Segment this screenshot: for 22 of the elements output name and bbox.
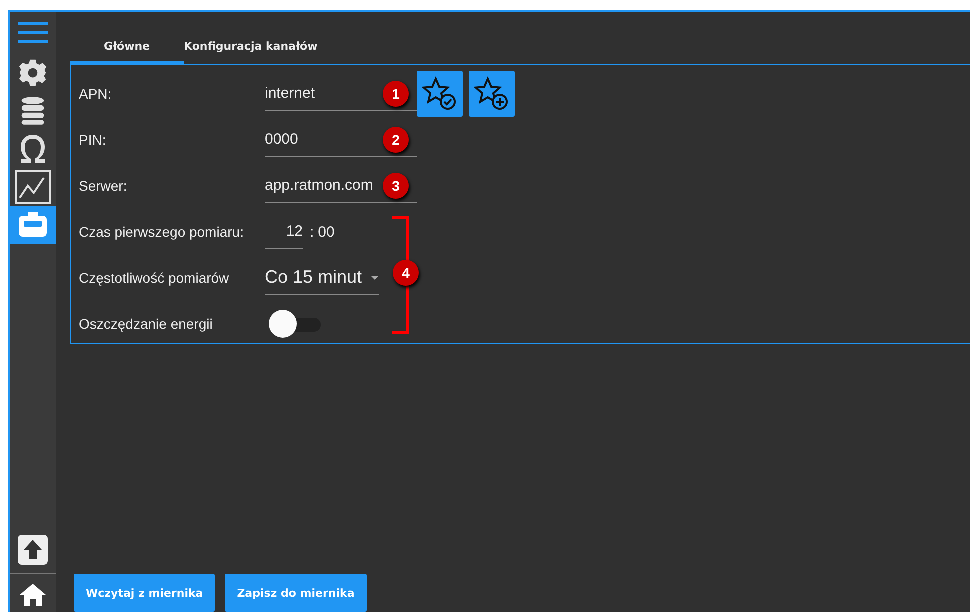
favorite-add-button[interactable] <box>469 71 515 117</box>
number-badge: 4 <box>393 260 419 286</box>
hours-field[interactable]: 12 <box>265 215 303 249</box>
field-label: Czas pierwszego pomiaru: <box>79 224 245 240</box>
field-label: APN: <box>79 86 113 102</box>
tab[interactable]: Konfiguracja kanałów <box>184 32 318 64</box>
field-label: Serwer: <box>79 178 128 194</box>
time-separator: : <box>310 224 314 240</box>
home-icon[interactable] <box>20 584 46 606</box>
caret-icon <box>371 276 379 280</box>
frequency-dropdown[interactable]: Co 15 minut <box>265 261 379 295</box>
favorite-check-button[interactable] <box>417 71 463 117</box>
upload-icon[interactable] <box>18 535 48 565</box>
number-badge: 3 <box>383 173 409 199</box>
field-label: Częstotliwość pomiarów <box>79 270 230 286</box>
field-label: Oszczędzanie energii <box>79 316 214 332</box>
tab[interactable]: Główne <box>70 32 184 64</box>
number-badge: 1 <box>383 81 409 107</box>
number-badge: 2 <box>383 127 409 153</box>
field-label: PIN: <box>79 132 108 148</box>
menu-icon[interactable] <box>18 22 48 44</box>
minutes-field[interactable]: 00 <box>318 224 335 240</box>
